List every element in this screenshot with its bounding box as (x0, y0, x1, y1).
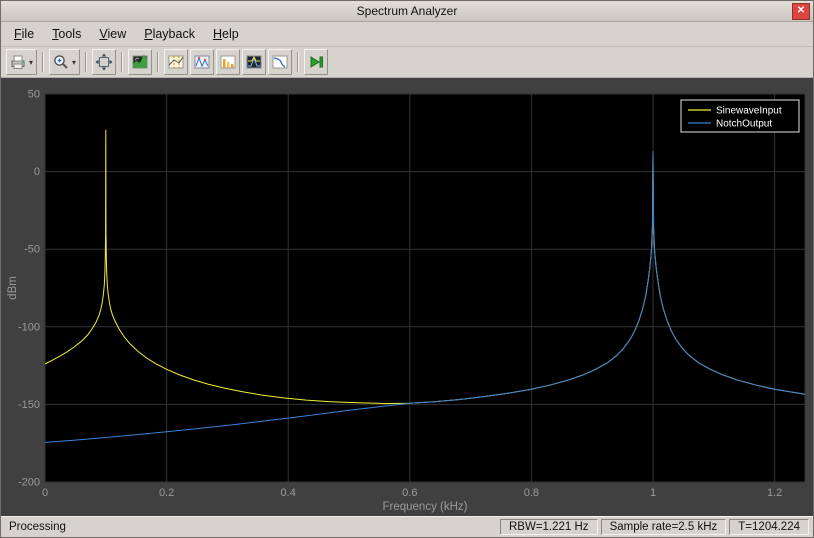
spectrum-image-icon (131, 53, 149, 71)
x-tick-label: 0.4 (281, 487, 296, 499)
status-cell-sample-rate: Sample rate=2.5 kHz (600, 519, 727, 535)
status-cells: RBW=1.221 Hz Sample rate=2.5 kHz T=1204.22… (499, 519, 811, 535)
menu-file[interactable]: File (5, 24, 43, 44)
toolbar-button-peak-finder[interactable] (190, 49, 215, 75)
spectrum-chart[interactable]: 0 0.2 0.4 0.6 0.8 1 1.2 50 0 -50 -100 -150 -200 Frequ… (5, 82, 811, 516)
y-axis-label: dBm (7, 276, 19, 300)
close-button[interactable]: ✕ (792, 3, 810, 20)
x-tick-label: 1.2 (767, 487, 782, 499)
toolbar-button-cursor-measurements[interactable] (164, 49, 189, 75)
status-message: Processing (9, 521, 66, 533)
y-tick-label: 0 (34, 166, 40, 178)
toolbar-button-spectral-mask[interactable] (242, 49, 267, 75)
toolbar-button-distortion-measurements[interactable] (216, 49, 241, 75)
plot-area (45, 94, 805, 482)
window-title: Spectrum Analyzer (356, 4, 458, 18)
toolbar-button-spectrum-settings[interactable] (128, 49, 153, 75)
statusbar: Processing RBW=1.221 Hz Sample rate=2.5 k… (1, 516, 813, 537)
status-cell-time: T=1204.224 (729, 519, 809, 535)
y-tick-label: -200 (18, 477, 40, 489)
toolbar-separator (121, 52, 124, 72)
toolbar-button-ccdf-measurements[interactable] (268, 49, 293, 75)
x-axis-label: Frequency (kHz) (383, 501, 468, 513)
y-tick-label: -150 (18, 399, 40, 411)
y-tick-label: -100 (18, 321, 40, 333)
cursor-measure-icon (167, 53, 185, 71)
status-cell-rbw: RBW=1.221 Hz (499, 519, 598, 535)
legend-label: SinewaveInput (716, 106, 782, 117)
toolbar-separator (42, 52, 45, 72)
x-tick-label: 0.6 (402, 487, 417, 499)
spectral-mask-icon (245, 53, 263, 71)
titlebar[interactable]: Spectrum Analyzer ✕ (1, 1, 813, 22)
toolbar-button-run-playback[interactable] (304, 49, 329, 75)
menubar: File Tools View Playback Help (1, 22, 813, 47)
menu-playback[interactable]: Playback (135, 24, 204, 44)
y-tick-label: 50 (28, 89, 40, 101)
printer-icon (9, 53, 27, 71)
x-tick-label: 1 (650, 487, 656, 499)
plot-panel: 0 0.2 0.4 0.6 0.8 1 1.2 50 0 -50 -100 -150 -200 Frequ… (1, 78, 813, 516)
magnifier-icon (52, 53, 70, 71)
dropdown-caret-icon[interactable]: ▾ (70, 58, 77, 67)
toolbar-button-fit-to-view[interactable] (92, 49, 117, 75)
play-step-icon (307, 53, 325, 71)
menu-tools[interactable]: Tools (43, 24, 90, 44)
ccdf-icon (271, 53, 289, 71)
x-tick-label: 0 (42, 487, 48, 499)
y-tick-label: -50 (24, 244, 40, 256)
menu-view[interactable]: View (90, 24, 135, 44)
menu-help[interactable]: Help (204, 24, 248, 44)
toolbar-separator (85, 52, 88, 72)
distortion-icon (219, 53, 237, 71)
toolbar-button-zoom[interactable]: ▾ (49, 49, 81, 75)
toolbar-separator (297, 52, 300, 72)
legend-label: NotchOutput (716, 119, 772, 130)
dropdown-caret-icon[interactable]: ▾ (27, 58, 34, 67)
x-tick-label: 0.2 (159, 487, 174, 499)
x-tick-label: 0.8 (524, 487, 539, 499)
peak-finder-icon (193, 53, 211, 71)
toolbar-button-print-export[interactable]: ▾ (6, 49, 38, 75)
toolbar: ▾ ▾ (1, 47, 813, 78)
expand-icon (95, 53, 113, 71)
toolbar-separator (157, 52, 160, 72)
spectrum-analyzer-window: Spectrum Analyzer ✕ File Tools View Playbac… (0, 0, 814, 538)
